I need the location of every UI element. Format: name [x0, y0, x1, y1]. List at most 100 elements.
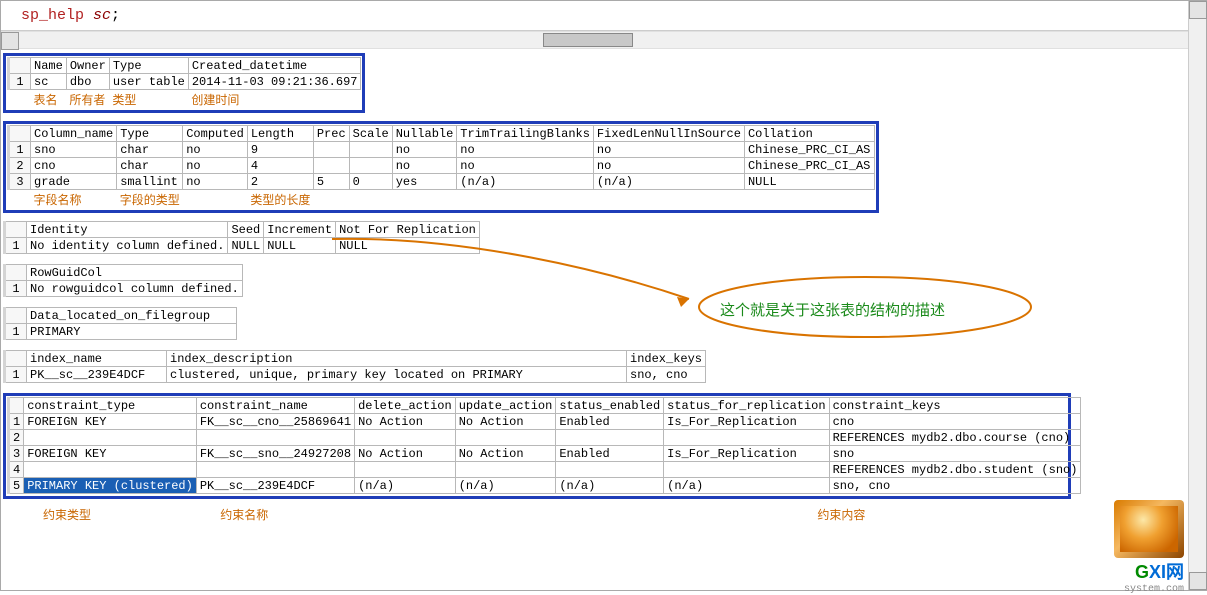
table-row[interactable]: 3FOREIGN KEYFK__sc__sno__24927208No Acti… — [9, 446, 1081, 462]
cell: No identity column defined. — [27, 238, 228, 254]
col-type: Type — [109, 58, 188, 74]
table-columns: Column_name Type Computed Length Prec Sc… — [7, 125, 875, 208]
logo-subtext: system.com — [1074, 584, 1184, 595]
annot: 约束内容 — [817, 506, 865, 523]
table-row[interactable]: 1No rowguidcol column defined. — [5, 281, 243, 297]
table-row[interactable]: 2 REFERENCES mydb2.dbo.course (cno) — [9, 430, 1081, 446]
col: TrimTrailingBlanks — [457, 126, 594, 142]
table-row[interactable]: 2cnocharno4 nononoChinese_PRC_CI_AS — [9, 158, 875, 174]
logo-text: GXI网 — [1074, 558, 1184, 584]
col: update_action — [455, 398, 556, 414]
table-row[interactable]: 5PRIMARY KEY (clustered)PK__sc__239E4DCF… — [9, 478, 1081, 494]
annot: 类型的长度 — [247, 190, 313, 209]
cell: No rowguidcol column defined. — [27, 281, 243, 297]
row-number-header — [5, 308, 27, 324]
row-number: 1 — [9, 74, 31, 90]
table-header-row: constraint_typeconstraint_namedelete_act… — [9, 398, 1081, 414]
col: constraint_name — [196, 398, 354, 414]
cell: Is_For_Replication — [664, 414, 829, 430]
horizontal-scrollbar[interactable] — [1, 31, 1206, 49]
cell: REFERENCES mydb2.dbo.student (sno) — [829, 462, 1081, 478]
table-identity: IdentitySeedIncrementNot For Replication… — [3, 221, 480, 254]
annot: 类型 — [109, 90, 188, 109]
cell: smallint — [117, 174, 183, 190]
table-row[interactable]: 1PRIMARY — [5, 324, 237, 340]
cell: char — [117, 158, 183, 174]
table-constraints: constraint_typeconstraint_namedelete_act… — [7, 397, 1081, 494]
table-row[interactable]: 1snocharno9 nononoChinese_PRC_CI_AS — [9, 142, 875, 158]
col: Increment — [264, 222, 336, 238]
cell: 2 — [247, 174, 313, 190]
table-row[interactable]: 1PK__sc__239E4DCFclustered, unique, prim… — [5, 367, 706, 383]
table-row[interactable]: 1 sc dbo user table 2014-11-03 09:21:36.… — [9, 74, 361, 90]
row-number-header — [5, 222, 27, 238]
cell: No Action — [455, 446, 556, 462]
table-row[interactable]: 4 REFERENCES mydb2.dbo.student (sno) — [9, 462, 1081, 478]
cell — [556, 430, 664, 446]
scrollbar-thumb[interactable] — [543, 33, 633, 47]
col: FixedLenNullInSource — [593, 126, 744, 142]
cell: sno — [31, 142, 117, 158]
cell: no — [183, 174, 248, 190]
cell: PK__sc__239E4DCF — [27, 367, 167, 383]
cell: char — [117, 142, 183, 158]
col: delete_action — [355, 398, 456, 414]
cell: cno — [829, 414, 1081, 430]
table-header-row: Name Owner Type Created_datetime — [9, 58, 361, 74]
cell: NULL — [336, 238, 480, 254]
row-number: 1 — [9, 142, 31, 158]
logo-rest: XI — [1149, 562, 1166, 582]
col: Not For Replication — [336, 222, 480, 238]
table-header-row: IdentitySeedIncrementNot For Replication — [5, 222, 480, 238]
cell: 9 — [247, 142, 313, 158]
cell: (n/a) — [593, 174, 744, 190]
annot: 字段的类型 — [117, 190, 183, 209]
cell: no — [457, 142, 594, 158]
col: status_for_replication — [664, 398, 829, 414]
cell: No Action — [455, 414, 556, 430]
row-number: 5 — [9, 478, 24, 494]
row-number-header — [5, 351, 27, 367]
table-row[interactable]: 1FOREIGN KEYFK__sc__cno__25869641No Acti… — [9, 414, 1081, 430]
col: Seed — [228, 222, 264, 238]
table-filegroup: Data_located_on_filegroup 1PRIMARY — [3, 307, 237, 340]
row-number: 3 — [9, 446, 24, 462]
annot: 约束类型 — [43, 506, 213, 523]
col: Length — [247, 126, 313, 142]
cell: (n/a) — [664, 478, 829, 494]
table-header-row: RowGuidCol — [5, 265, 243, 281]
cell: (n/a) — [455, 478, 556, 494]
site-logo: GXI网 system.com — [1074, 500, 1184, 588]
cell — [664, 462, 829, 478]
vertical-scrollbar[interactable] — [1188, 1, 1206, 590]
col: Collation — [744, 126, 874, 142]
table-row[interactable]: 3gradesmallintno250yes(n/a)(n/a)NULL — [9, 174, 875, 190]
cell — [349, 142, 392, 158]
row-number-header — [9, 126, 31, 142]
annotation-row: 约束类型 约束名称 约束内容 — [3, 503, 1200, 526]
cell: sno — [829, 446, 1081, 462]
cell — [455, 430, 556, 446]
cell: yes — [392, 174, 457, 190]
cell: no — [457, 158, 594, 174]
col: Nullable — [392, 126, 457, 142]
col: Type — [117, 126, 183, 142]
table-header-row: Column_name Type Computed Length Prec Sc… — [9, 126, 875, 142]
table-header-row: Data_located_on_filegroup — [5, 308, 237, 324]
cell — [313, 142, 349, 158]
table-row[interactable]: 1No identity column defined.NULLNULLNULL — [5, 238, 480, 254]
cell — [196, 462, 354, 478]
table-basic-info: Name Owner Type Created_datetime 1 sc db… — [7, 57, 361, 108]
table-index: index_nameindex_descriptionindex_keys 1P… — [3, 350, 706, 383]
col: index_description — [167, 351, 627, 367]
sql-argument: sc — [93, 7, 111, 24]
cell: Chinese_PRC_CI_AS — [744, 142, 874, 158]
cell: 4 — [247, 158, 313, 174]
cell — [556, 462, 664, 478]
annotation-row: 表名 所有者 类型 创建时间 — [9, 90, 361, 109]
annot: 表名 — [31, 90, 67, 109]
cell — [664, 430, 829, 446]
cell: no — [183, 142, 248, 158]
col: Computed — [183, 126, 248, 142]
cell: NULL — [264, 238, 336, 254]
